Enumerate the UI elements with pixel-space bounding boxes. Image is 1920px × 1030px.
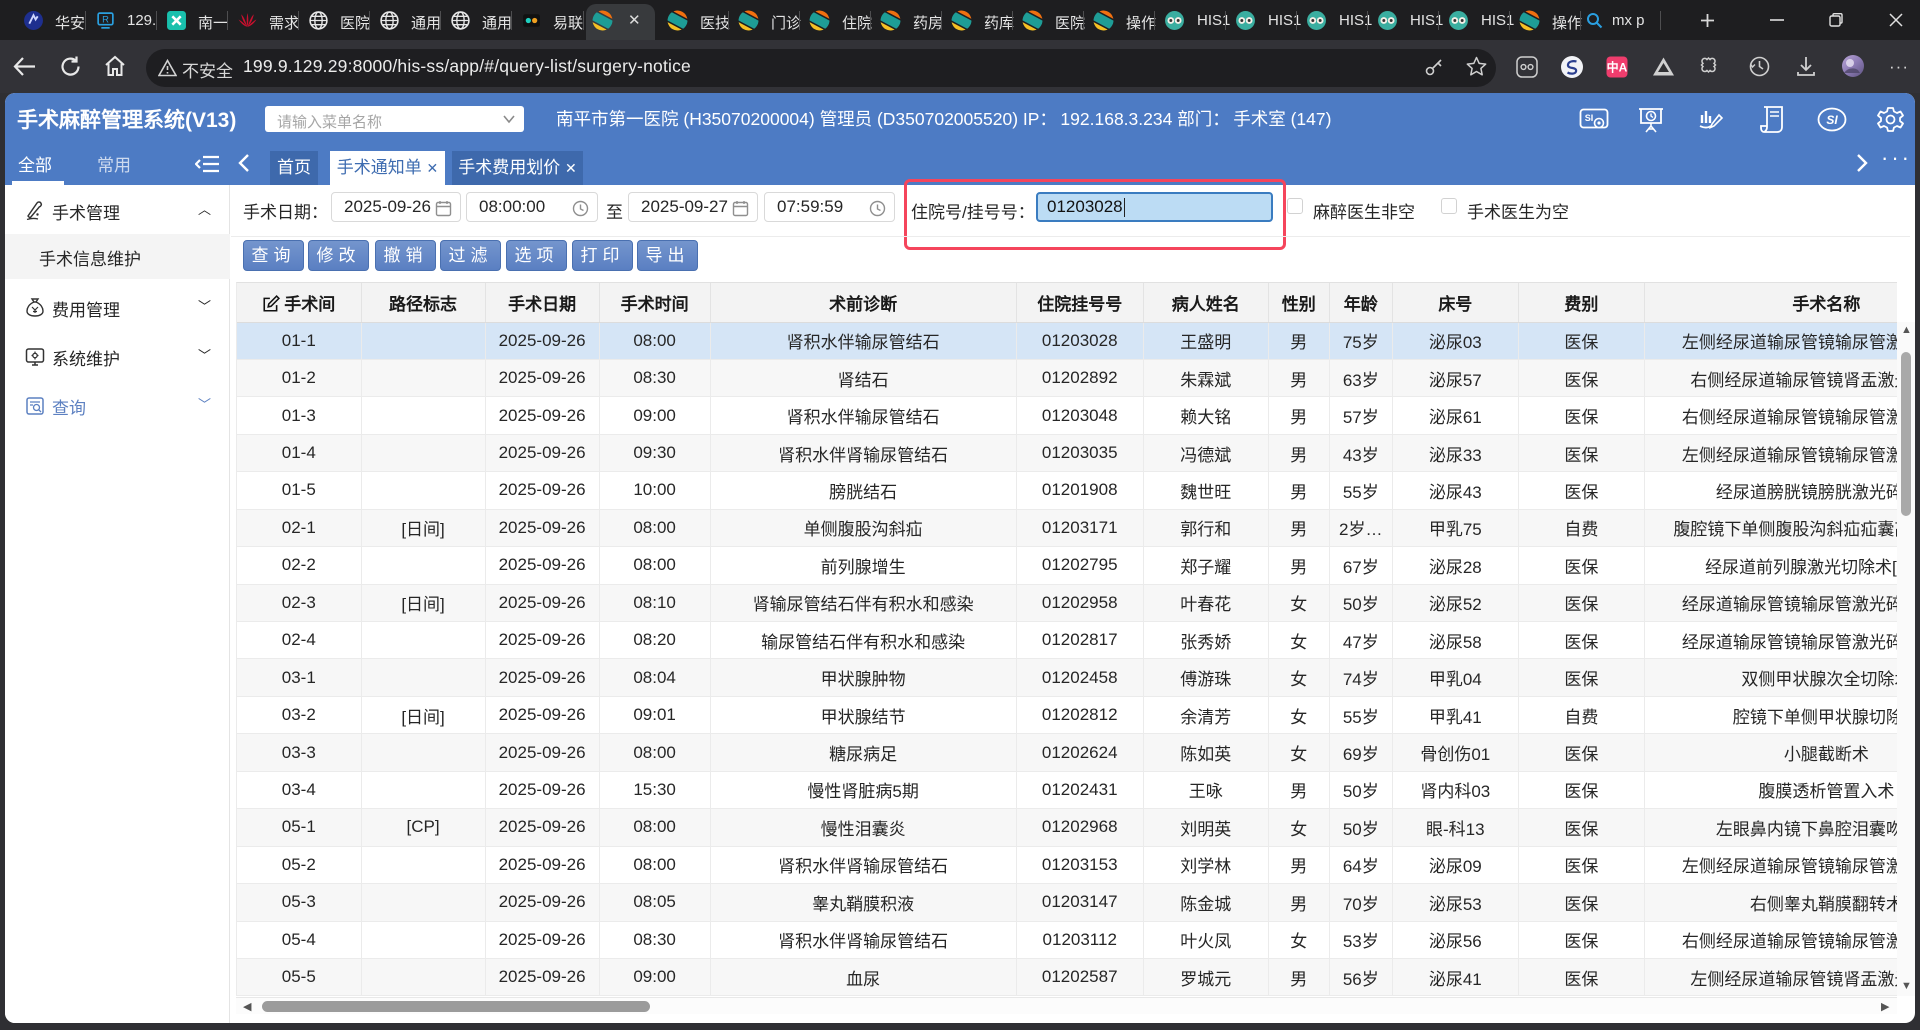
svg-text:SI: SI xyxy=(1826,113,1838,127)
svg-text:中A: 中A xyxy=(1607,60,1628,75)
svg-text:SI: SI xyxy=(1585,113,1594,123)
svg-text:R: R xyxy=(102,15,109,26)
